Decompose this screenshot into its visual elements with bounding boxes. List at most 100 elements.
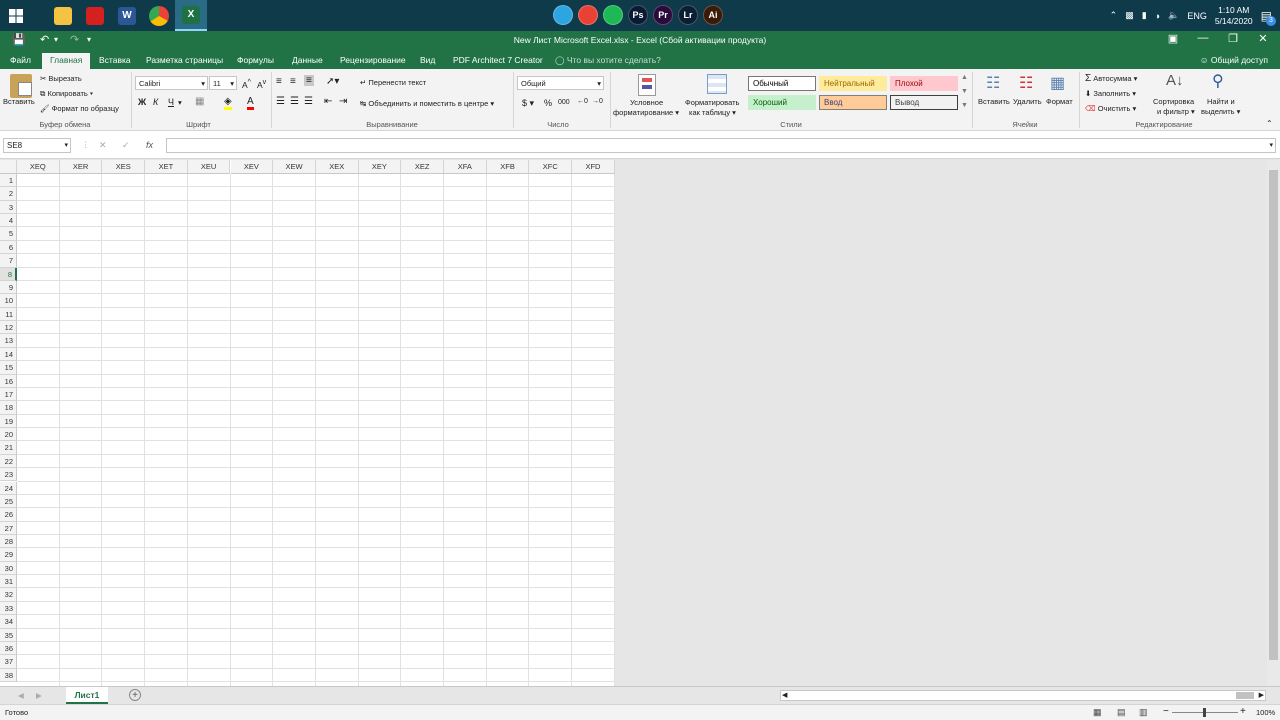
- next-sheet-icon[interactable]: ▶: [36, 691, 42, 700]
- column-header[interactable]: XEZ: [401, 160, 444, 174]
- scroll-right-icon[interactable]: ▶: [1259, 691, 1264, 699]
- tab-insert[interactable]: Вставка: [99, 55, 131, 65]
- zoom-in-button[interactable]: +: [1240, 706, 1246, 717]
- gallery-down-icon[interactable]: ▼: [961, 88, 968, 95]
- zoom-out-button[interactable]: −: [1163, 706, 1169, 717]
- row-header[interactable]: 34: [0, 615, 17, 629]
- row-header[interactable]: 3: [0, 200, 17, 215]
- number-format-select[interactable]: Общий ▾: [517, 76, 604, 90]
- chrome-icon[interactable]: [143, 0, 175, 31]
- normal-view-icon[interactable]: ▦: [1093, 707, 1102, 718]
- sort-filter-label[interactable]: и фильтр ▾: [1157, 107, 1195, 116]
- column-header[interactable]: XEY: [358, 160, 402, 174]
- decrease-font-icon[interactable]: Av: [257, 78, 266, 90]
- spotify-icon[interactable]: [603, 5, 623, 25]
- windows-start-button[interactable]: [0, 0, 32, 31]
- style-normal[interactable]: Обычный: [748, 76, 816, 91]
- row-header[interactable]: 25: [0, 494, 17, 509]
- row-header[interactable]: 22: [0, 454, 17, 469]
- row-header[interactable]: 32: [0, 588, 17, 602]
- format-as-table-icon[interactable]: [707, 74, 727, 94]
- close-button[interactable]: ✕: [1248, 32, 1278, 50]
- wrap-text-button[interactable]: ↵ Перенести текст: [360, 78, 426, 87]
- row-header[interactable]: 16: [0, 374, 17, 388]
- row-header[interactable]: 35: [0, 628, 17, 642]
- illustrator-icon[interactable]: Ai: [703, 5, 723, 25]
- zoom-slider[interactable]: [1172, 708, 1238, 717]
- row-header[interactable]: 14: [0, 347, 17, 362]
- style-output[interactable]: Вывод: [890, 95, 958, 110]
- zoom-level[interactable]: 100%: [1256, 708, 1275, 717]
- column-header[interactable]: XEQ: [17, 160, 60, 174]
- excel-taskbar-icon[interactable]: X: [175, 0, 207, 31]
- column-header[interactable]: XER: [59, 160, 103, 174]
- file-explorer-icon[interactable]: [47, 0, 79, 31]
- spreadsheet-grid[interactable]: XEQ XER XES XET XEU XEV XEW XEX XEY XEZ XFA XFB XFC X…: [0, 160, 615, 686]
- expand-formula-icon[interactable]: ▾: [1269, 141, 1273, 149]
- currency-button[interactable]: $ ▾: [522, 98, 534, 109]
- vertical-scrollbar[interactable]: [1267, 160, 1280, 686]
- format-as-table-button[interactable]: Форматировать: [685, 98, 739, 107]
- merge-center-button[interactable]: ↹ Объединить и поместить в центре ▾: [360, 99, 494, 108]
- acrobat-icon[interactable]: [79, 0, 111, 31]
- battery-icon[interactable]: ▮: [1142, 10, 1147, 21]
- align-top-icon[interactable]: ≡: [276, 76, 282, 87]
- row-header[interactable]: 21: [0, 441, 17, 455]
- format-as-table-label[interactable]: как таблицу ▾: [689, 108, 736, 117]
- style-good[interactable]: Хороший: [748, 95, 816, 110]
- delete-cells-button[interactable]: Удалить: [1013, 97, 1042, 106]
- format-cells-icon[interactable]: ▦: [1050, 73, 1065, 93]
- conditional-formatting-button[interactable]: Условное: [630, 98, 663, 107]
- autosum-button[interactable]: Σ Автосумма ▾: [1085, 73, 1137, 84]
- borders-icon[interactable]: ▦: [195, 96, 204, 107]
- row-header[interactable]: 24: [0, 481, 17, 495]
- select-all-corner[interactable]: [0, 160, 17, 174]
- increase-font-icon[interactable]: A^: [242, 78, 251, 90]
- tab-file[interactable]: Файл: [10, 55, 31, 65]
- volume-icon[interactable]: 🔈: [1168, 10, 1179, 21]
- column-header[interactable]: XFD: [572, 160, 615, 174]
- align-right-icon[interactable]: ☰: [304, 96, 313, 107]
- column-header[interactable]: XES: [102, 160, 146, 174]
- row-header[interactable]: 20: [0, 428, 17, 442]
- row-header[interactable]: 9: [0, 280, 17, 295]
- horizontal-scroll-thumb[interactable]: [1236, 692, 1254, 699]
- network-icon[interactable]: ▩: [1125, 10, 1134, 21]
- row-header[interactable]: 8: [0, 267, 17, 281]
- word-icon[interactable]: W: [111, 0, 143, 31]
- insert-cells-icon[interactable]: ☷: [986, 73, 1000, 93]
- orientation-icon[interactable]: ➚▾: [326, 76, 339, 87]
- row-header[interactable]: 38: [0, 668, 17, 683]
- zoom-slider-thumb[interactable]: [1203, 708, 1206, 717]
- style-input[interactable]: Ввод: [819, 95, 887, 110]
- tab-view[interactable]: Вид: [420, 55, 435, 65]
- column-header[interactable]: XET: [145, 160, 188, 174]
- column-header[interactable]: XFC: [529, 160, 573, 174]
- row-header[interactable]: 13: [0, 334, 17, 348]
- format-cells-button[interactable]: Формат: [1046, 97, 1073, 106]
- row-header[interactable]: 23: [0, 468, 17, 482]
- row-header[interactable]: 10: [0, 294, 17, 308]
- tab-page-layout[interactable]: Разметка страницы: [146, 55, 223, 65]
- lightroom-icon[interactable]: Lr: [678, 5, 698, 25]
- find-select-label[interactable]: выделить ▾: [1201, 107, 1240, 116]
- add-sheet-button[interactable]: +: [129, 689, 141, 701]
- column-header[interactable]: XEV: [230, 160, 274, 174]
- share-button[interactable]: ☺ Общий доступ: [1200, 55, 1268, 65]
- drag-handle-icon[interactable]: ⋮: [82, 140, 90, 149]
- prev-sheet-icon[interactable]: ◀: [18, 691, 24, 700]
- decrease-decimal-icon[interactable]: →0: [592, 98, 603, 105]
- row-header[interactable]: 19: [0, 414, 17, 429]
- insert-function-button[interactable]: fx: [146, 140, 153, 150]
- page-layout-view-icon[interactable]: ▤: [1117, 707, 1126, 718]
- tab-formulas[interactable]: Формулы: [237, 55, 274, 65]
- font-size-select[interactable]: 11 ▾: [209, 76, 237, 90]
- row-header[interactable]: 7: [0, 254, 17, 268]
- align-left-icon[interactable]: ☰: [276, 96, 285, 107]
- scroll-left-icon[interactable]: ◀: [782, 691, 787, 699]
- sheet-tab-active[interactable]: Лист1: [66, 687, 108, 704]
- column-header[interactable]: XEW: [273, 160, 316, 174]
- style-bad[interactable]: Плохой: [890, 76, 958, 91]
- paste-icon[interactable]: [10, 74, 32, 98]
- telegram-icon[interactable]: [553, 5, 573, 25]
